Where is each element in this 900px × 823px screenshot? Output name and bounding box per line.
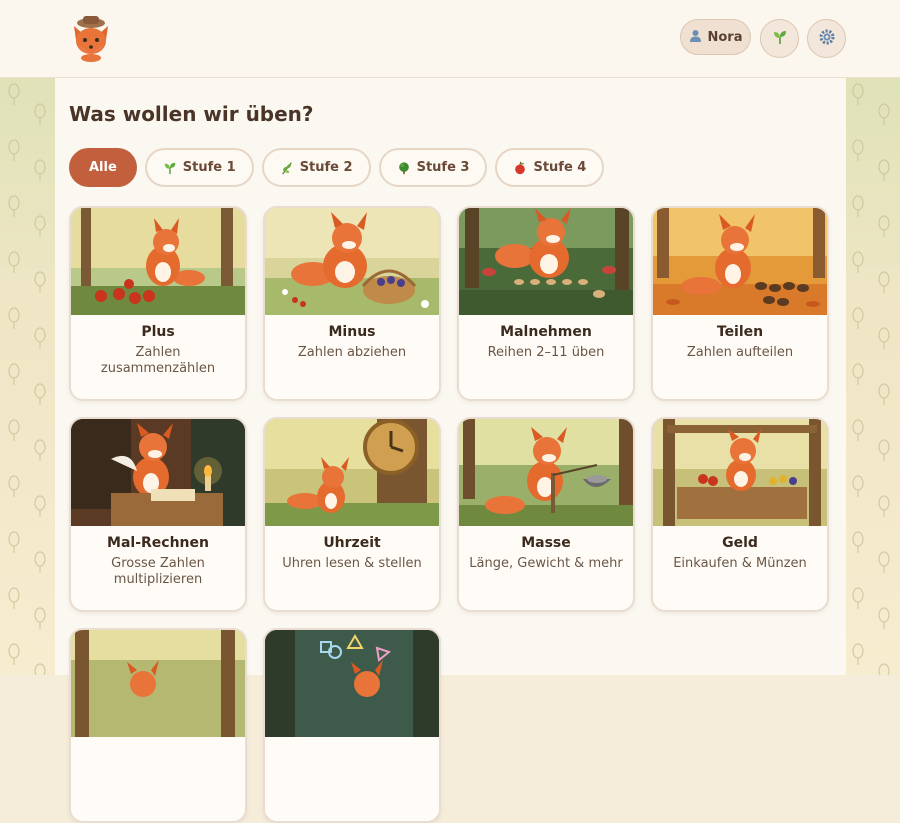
topic-card-shapes[interactable] [263,628,441,823]
filter-label: Stufe 3 [416,160,470,175]
card-description: Grosse Zahlen multiplizieren [111,556,205,587]
side-pattern-right [846,77,900,675]
sprout-icon [163,161,177,175]
card-description: Reihen 2–11 üben [487,345,605,360]
settings-button[interactable] [807,19,846,58]
topic-card-malnehmen[interactable]: Malnehmen Reihen 2–11 üben [457,206,635,401]
main-panel: Was wollen wir üben? Alle Stufe 1 Stufe … [55,78,846,823]
card-title: Uhrzeit [323,535,381,551]
topic-card-geld[interactable]: Geld Einkaufen & Münzen [651,417,829,612]
fox-illustration-geld [653,419,827,526]
fox-illustration-uhrzeit [265,419,439,526]
filter-level-4[interactable]: Stufe 4 [495,148,605,187]
level-button[interactable] [760,19,799,58]
topic-card-mal-rechnen[interactable]: Mal-Rechnen Grosse Zahlen multiplizieren [69,417,247,612]
card-title: Geld [722,535,758,551]
level-filter-bar: Alle Stufe 1 Stufe 2 Stufe 3 Stufe 4 [69,148,605,187]
card-title: Teilen [716,324,764,340]
card-description: Länge, Gewicht & mehr [469,556,623,571]
card-description: Uhren lesen & stellen [282,556,422,571]
card-description: Zahlen aufteilen [686,345,794,360]
fox-illustration-forest [71,630,245,737]
topic-card-uhrzeit[interactable]: Uhrzeit Uhren lesen & stellen [263,417,441,612]
card-title: Plus [141,324,175,340]
filter-label: Stufe 2 [299,160,353,175]
filter-label: Stufe 1 [182,160,236,175]
card-title: Mal-Rechnen [107,535,209,551]
user-icon [689,29,702,46]
tree-icon [397,161,411,175]
filter-level-2[interactable]: Stufe 2 [261,148,371,187]
profile-button[interactable]: Nora [680,19,751,55]
card-description: Zahlen abziehen [297,345,407,360]
filter-label: Alle [89,160,117,175]
side-pattern-left [0,77,55,675]
filter-all[interactable]: Alle [69,148,137,187]
filter-label: Stufe 4 [533,160,587,175]
fox-illustration-masse [459,419,633,526]
card-description: Einkaufen & Münzen [673,556,807,571]
fox-logo-icon[interactable] [68,14,114,62]
fox-illustration-malnehmen [459,208,633,315]
fox-illustration-minus [265,208,439,315]
card-title: Minus [328,324,376,340]
card-title: Masse [521,535,571,551]
sprout-icon [772,29,788,49]
profile-name: Nora [707,29,743,45]
fox-illustration-shapes [265,630,439,737]
topic-card-forest[interactable] [69,628,247,823]
topic-card-plus[interactable]: Plus Zahlen zusammenzählen [69,206,247,401]
topic-card-minus[interactable]: Minus Zahlen abziehen [263,206,441,401]
filter-level-3[interactable]: Stufe 3 [378,148,488,187]
fox-illustration-teilen [653,208,827,315]
gear-icon [819,29,835,49]
topic-card-teilen[interactable]: Teilen Zahlen aufteilen [651,206,829,401]
herb-icon [280,161,294,175]
card-title: Malnehmen [500,324,592,340]
filter-level-1[interactable]: Stufe 1 [144,148,254,187]
topic-card-masse[interactable]: Masse Länge, Gewicht & mehr [457,417,635,612]
top-bar: Nora [0,0,900,78]
card-description: Zahlen zusammenzählen [100,345,216,376]
fox-illustration-mal-rechnen [71,419,245,526]
fox-illustration-plus [71,208,245,315]
page-title: Was wollen wir üben? [69,102,314,126]
apple-icon [513,161,527,175]
